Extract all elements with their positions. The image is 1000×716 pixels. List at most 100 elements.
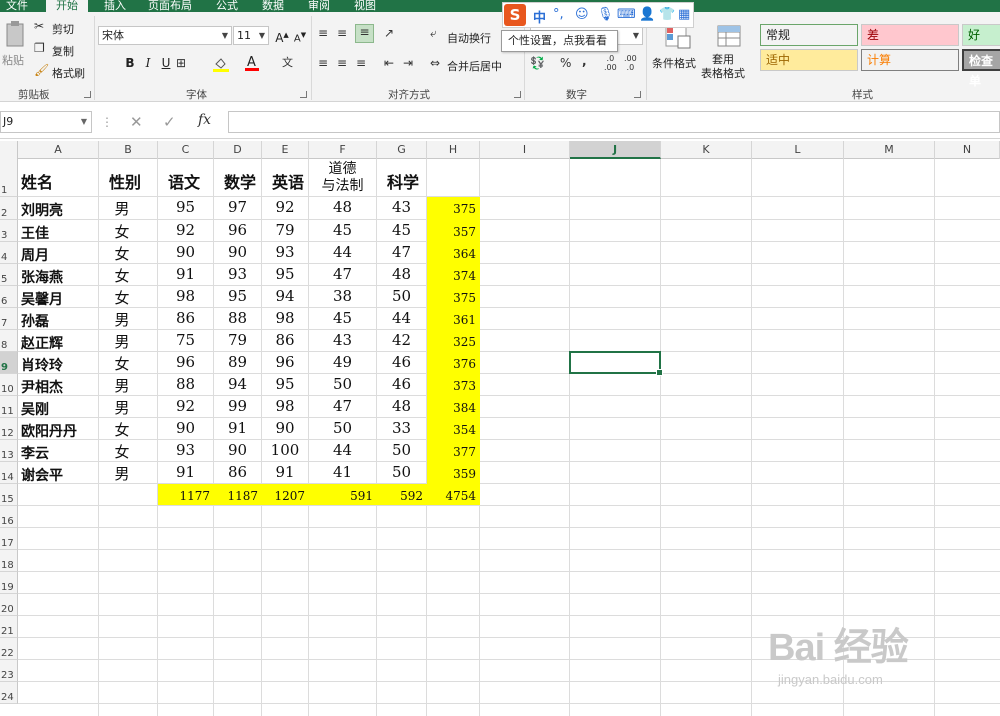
student-name-cell[interactable]: 肖玲玲 [18,352,98,373]
column-sum-cell[interactable]: 1207 [262,484,308,505]
column-header-n[interactable]: N [935,141,1000,159]
row-header-9[interactable]: 9 [0,352,18,374]
score-cell[interactable]: 88 [158,374,213,395]
gender-cell[interactable]: 女 [99,352,157,373]
score-cell[interactable]: 88 [214,308,261,329]
score-cell[interactable]: 33 [377,418,426,439]
total-cell[interactable]: 374 [427,264,479,285]
microphone-icon[interactable]: 🎙 [597,7,614,22]
column-header-e[interactable]: E [262,141,309,159]
percent-icon[interactable]: % [560,56,571,70]
column-header-a[interactable]: A [18,141,99,159]
score-cell[interactable]: 86 [262,330,308,351]
style-normal[interactable]: 常规 [760,24,858,46]
score-cell[interactable]: 92 [158,396,213,417]
row-header-19[interactable]: 19 [0,572,18,594]
style-neutral[interactable]: 适中 [760,49,858,71]
student-name-cell[interactable]: 赵正辉 [18,330,98,351]
column-header-m[interactable]: M [844,141,935,159]
toolbox-icon[interactable]: ▦ [678,7,690,22]
column-sum-cell[interactable]: 1187 [214,484,261,505]
score-cell[interactable]: 96 [262,352,308,373]
score-cell[interactable]: 86 [158,308,213,329]
score-cell[interactable]: 90 [262,418,308,439]
score-cell[interactable]: 43 [309,330,376,351]
comma-icon[interactable]: , [582,54,587,68]
header-cell[interactable]: 语文 [158,159,213,196]
header-cell[interactable]: 科学 [377,159,426,196]
score-cell[interactable]: 44 [309,440,376,461]
font-launcher-icon[interactable] [300,91,307,98]
row-header-5[interactable]: 5 [0,264,18,286]
student-name-cell[interactable]: 尹相杰 [18,374,98,395]
score-cell[interactable]: 50 [309,418,376,439]
italic-button[interactable]: I [138,54,158,73]
score-cell[interactable]: 48 [377,264,426,285]
score-cell[interactable]: 49 [309,352,376,373]
score-cell[interactable]: 98 [262,308,308,329]
score-cell[interactable]: 86 [214,462,261,483]
score-cell[interactable]: 79 [262,220,308,241]
ime-mode-toggle[interactable]: 中 [533,7,546,26]
row-header-22[interactable]: 22 [0,638,18,660]
score-cell[interactable]: 96 [158,352,213,373]
tab-home[interactable]: 开始 [46,0,88,12]
gender-cell[interactable]: 男 [99,374,157,395]
row-header-14[interactable]: 14 [0,462,18,484]
align-left-icon[interactable]: ≡ [318,56,328,70]
cancel-icon[interactable]: ✕ [130,113,143,131]
score-cell[interactable]: 98 [158,286,213,307]
score-cell[interactable]: 48 [309,197,376,219]
score-cell[interactable]: 97 [214,197,261,219]
total-cell[interactable]: 375 [427,197,479,219]
score-cell[interactable]: 79 [214,330,261,351]
tab-file[interactable]: 文件 [6,0,28,12]
row-header-11[interactable]: 11 [0,396,18,418]
orientation-icon[interactable]: ↗ [384,26,394,40]
clipboard-launcher-icon[interactable] [84,91,91,98]
row-header-13[interactable]: 13 [0,440,18,462]
style-calculation[interactable]: 计算 [861,49,959,71]
increase-decimal-icon[interactable]: .0.00 [604,54,617,72]
row-header-6[interactable]: 6 [0,286,18,308]
row-header-21[interactable]: 21 [0,616,18,638]
insert-function-icon[interactable]: fx [198,112,211,128]
column-header-g[interactable]: G [377,141,427,159]
decrease-indent-icon[interactable]: ⇤ [384,56,394,70]
score-cell[interactable]: 93 [262,242,308,263]
score-cell[interactable]: 93 [214,264,261,285]
total-cell[interactable]: 375 [427,286,479,307]
conditional-format-button[interactable]: 条件格式 [652,55,696,71]
total-cell[interactable]: 359 [427,462,479,483]
punctuation-icon[interactable]: °, [553,7,564,22]
score-cell[interactable]: 89 [214,352,261,373]
align-center-icon[interactable]: ≡ [337,56,347,70]
score-cell[interactable]: 94 [214,374,261,395]
row-header-20[interactable]: 20 [0,594,18,616]
student-name-cell[interactable]: 周月 [18,242,98,263]
score-cell[interactable]: 50 [309,374,376,395]
score-cell[interactable]: 90 [214,440,261,461]
wrap-text-button[interactable]: 自动换行 [447,30,491,46]
phonetic-icon[interactable]: 文 [282,54,293,70]
row-header-23[interactable]: 23 [0,660,18,682]
column-header-j[interactable]: J [570,141,661,159]
style-check-cell[interactable]: 检查单 [962,49,1000,88]
total-cell[interactable]: 325 [427,330,479,351]
column-header-f[interactable]: F [309,141,377,159]
score-cell[interactable]: 48 [377,396,426,417]
score-cell[interactable]: 41 [309,462,376,483]
score-cell[interactable]: 47 [309,264,376,285]
gender-cell[interactable]: 女 [99,264,157,285]
column-header-c[interactable]: C [158,141,214,159]
score-cell[interactable]: 75 [158,330,213,351]
align-middle-icon[interactable]: ≡ [337,26,347,40]
score-cell[interactable]: 45 [309,308,376,329]
header-cell[interactable]: 数学 [214,159,261,196]
score-cell[interactable]: 95 [214,286,261,307]
formula-bar-options-icon[interactable]: ⋮ [101,115,113,129]
score-cell[interactable]: 47 [377,242,426,263]
tab-view[interactable]: 视图 [354,0,376,12]
row-header-1[interactable]: 1 [0,159,18,197]
header-cell[interactable]: 姓名 [18,159,98,196]
